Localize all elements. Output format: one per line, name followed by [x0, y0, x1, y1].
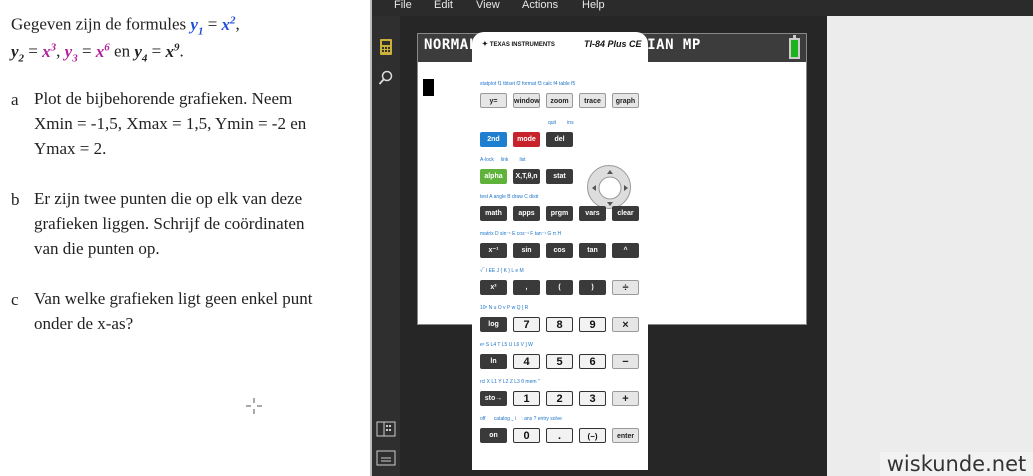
ti-logo: ✦ Texas Instruments — [482, 41, 555, 48]
key-inverse[interactable]: x⁻¹ — [480, 243, 507, 258]
key-log[interactable]: log — [480, 317, 507, 332]
key-y-equals[interactable]: y= — [480, 93, 507, 108]
model-name: TI-84 Plus CE — [584, 39, 642, 49]
key-sto[interactable]: sto→ — [480, 391, 507, 406]
key-math[interactable]: math — [480, 206, 507, 221]
key-del[interactable]: del — [546, 132, 573, 147]
key-xt-theta-n[interactable]: X,T,θ,n — [513, 169, 540, 184]
search-icon[interactable] — [378, 70, 394, 86]
key-clear[interactable]: clear — [612, 206, 639, 221]
key-6[interactable]: 6 — [579, 354, 606, 369]
left-toolbar — [372, 16, 400, 476]
key-2nd[interactable]: 2nd — [480, 132, 507, 147]
key-tan[interactable]: tan — [579, 243, 606, 258]
key-decimal[interactable]: . — [546, 428, 573, 443]
key-vars[interactable]: vars — [579, 206, 606, 221]
key-7[interactable]: 7 — [513, 317, 540, 332]
key-3[interactable]: 3 — [579, 391, 606, 406]
part-b-text: Er zijn twee punten die op elk van deze … — [34, 189, 305, 258]
part-b-letter: b — [11, 190, 20, 209]
key-cos[interactable]: cos — [546, 243, 573, 258]
keypad-view-icon[interactable] — [376, 421, 396, 437]
exercise-panel: Gegeven zijn de formules y1 = x2, y2 = x… — [0, 0, 372, 476]
text-cursor — [423, 79, 434, 96]
key-window[interactable]: window — [513, 93, 540, 108]
key-2[interactable]: 2 — [546, 391, 573, 406]
menu-help[interactable]: Help — [582, 0, 605, 11]
menu-actions[interactable]: Actions — [522, 0, 558, 11]
key-4[interactable]: 4 — [513, 354, 540, 369]
key-zoom[interactable]: zoom — [546, 93, 573, 108]
key-plus[interactable]: + — [612, 391, 639, 406]
menu-bar: File Edit View Actions Help — [372, 0, 1033, 16]
key-enter[interactable]: enter — [612, 428, 639, 443]
key-alpha[interactable]: alpha — [480, 169, 507, 184]
key-close-paren[interactable]: ) — [579, 280, 606, 295]
menu-file[interactable]: File — [394, 0, 412, 11]
watermark: wiskunde.net — [880, 452, 1033, 476]
battery-icon — [789, 35, 800, 59]
key-8[interactable]: 8 — [546, 317, 573, 332]
key-stat[interactable]: stat — [546, 169, 573, 184]
key-prgm[interactable]: prgm — [546, 206, 573, 221]
part-a-letter: a — [11, 90, 19, 109]
ti-logo-icon: ✦ — [482, 41, 488, 48]
key-sin[interactable]: sin — [513, 243, 540, 258]
arrow-pad[interactable] — [587, 165, 631, 209]
key-1[interactable]: 1 — [513, 391, 540, 406]
crosshair-cursor-icon — [246, 398, 262, 414]
ti84-keypad: ✦ Texas Instruments TI-84 Plus CE statpl… — [472, 32, 648, 470]
key-power[interactable]: ^ — [612, 243, 639, 258]
key-minus[interactable]: − — [612, 354, 639, 369]
key-divide[interactable]: ÷ — [612, 280, 639, 295]
key-comma[interactable]: , — [513, 280, 540, 295]
key-multiply[interactable]: × — [612, 317, 639, 332]
part-a-text: Plot de bijbehorende grafieken. Neem Xmi… — [34, 89, 307, 158]
menu-view[interactable]: View — [476, 0, 500, 11]
key-apps[interactable]: apps — [513, 206, 540, 221]
key-trace[interactable]: trace — [579, 93, 606, 108]
arrow-keys-icon[interactable] — [588, 166, 632, 210]
part-c-letter: c — [11, 290, 19, 309]
screen-view-icon[interactable] — [376, 450, 396, 466]
calculator-icon[interactable] — [378, 38, 394, 56]
key-5[interactable]: 5 — [546, 354, 573, 369]
keypad-panel — [827, 16, 1033, 476]
key-negate[interactable]: (−) — [579, 428, 606, 443]
key-0[interactable]: 0 — [513, 428, 540, 443]
menu-edit[interactable]: Edit — [434, 0, 453, 11]
key-on[interactable]: on — [480, 428, 507, 443]
key-graph[interactable]: graph — [612, 93, 639, 108]
key-ln[interactable]: ln — [480, 354, 507, 369]
part-c-text: Van welke grafieken ligt geen enkel punt… — [34, 289, 313, 333]
key-square[interactable]: x² — [480, 280, 507, 295]
formula-line-2: y2 = x3, y3 = x6 en y4 = x9. — [11, 41, 184, 65]
key-mode[interactable]: mode — [513, 132, 540, 147]
key-open-paren[interactable]: ( — [546, 280, 573, 295]
key-9[interactable]: 9 — [579, 317, 606, 332]
